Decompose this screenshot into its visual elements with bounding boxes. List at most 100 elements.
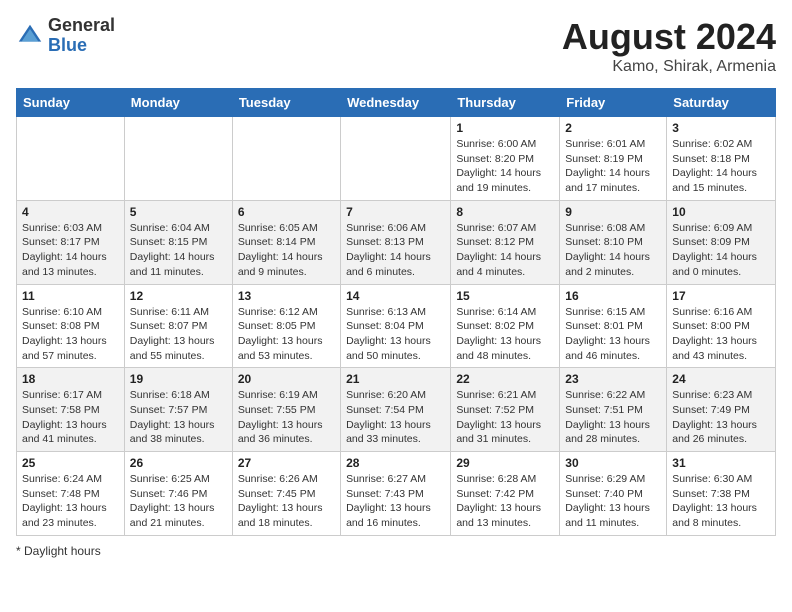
logo-blue: Blue bbox=[48, 35, 87, 55]
day-info: Sunrise: 6:21 AMSunset: 7:52 PMDaylight:… bbox=[456, 388, 554, 447]
calendar-cell bbox=[124, 117, 232, 201]
calendar-cell: 8Sunrise: 6:07 AMSunset: 8:12 PMDaylight… bbox=[451, 200, 560, 284]
day-info: Sunrise: 6:06 AMSunset: 8:13 PMDaylight:… bbox=[346, 221, 445, 280]
calendar-cell: 23 Sunrise: 6:22 AMSunset: 7:51 PMDayligh… bbox=[560, 368, 667, 452]
day-info: Sunrise: 6:20 AMSunset: 7:54 PMDaylight:… bbox=[346, 388, 445, 447]
col-header-wednesday: Wednesday bbox=[341, 89, 451, 117]
day-info: Sunrise: 6:16 AMSunset: 8:00 PMDaylight:… bbox=[672, 305, 770, 364]
day-number: 6 bbox=[238, 205, 335, 219]
calendar-week-row: 1Sunrise: 6:00 AMSunset: 8:20 PMDaylight… bbox=[17, 117, 776, 201]
day-info: Sunrise: 6:14 AMSunset: 8:02 PMDaylight:… bbox=[456, 305, 554, 364]
calendar-cell: 4Sunrise: 6:03 AMSunset: 8:17 PMDaylight… bbox=[17, 200, 125, 284]
day-info: Sunrise: 6:10 AMSunset: 8:08 PMDaylight:… bbox=[22, 305, 119, 364]
calendar-cell: 18 Sunrise: 6:17 AMSunset: 7:58 PMDayligh… bbox=[17, 368, 125, 452]
day-number: 16 bbox=[565, 289, 661, 303]
day-number: 3 bbox=[672, 121, 770, 135]
day-info: Sunrise: 6:23 AMSunset: 7:49 PMDaylight:… bbox=[672, 388, 770, 447]
calendar-cell: 25 Sunrise: 6:24 AMSunset: 7:48 PMDayligh… bbox=[17, 452, 125, 536]
day-info: Sunrise: 6:26 AMSunset: 7:45 PMDaylight:… bbox=[238, 472, 335, 531]
calendar-cell: 17 Sunrise: 6:16 AMSunset: 8:00 PMDayligh… bbox=[667, 284, 776, 368]
col-header-sunday: Sunday bbox=[17, 89, 125, 117]
calendar-cell: 5Sunrise: 6:04 AMSunset: 8:15 PMDaylight… bbox=[124, 200, 232, 284]
day-number: 2 bbox=[565, 121, 661, 135]
calendar-cell: 22 Sunrise: 6:21 AMSunset: 7:52 PMDayligh… bbox=[451, 368, 560, 452]
calendar-cell: 16 Sunrise: 6:15 AMSunset: 8:01 PMDayligh… bbox=[560, 284, 667, 368]
day-number: 9 bbox=[565, 205, 661, 219]
day-number: 10 bbox=[672, 205, 770, 219]
day-number: 7 bbox=[346, 205, 445, 219]
calendar-cell: 20 Sunrise: 6:19 AMSunset: 7:55 PMDayligh… bbox=[232, 368, 340, 452]
day-number: 27 bbox=[238, 456, 335, 470]
day-number: 24 bbox=[672, 372, 770, 386]
day-number: 19 bbox=[130, 372, 227, 386]
day-info: Sunrise: 6:05 AMSunset: 8:14 PMDaylight:… bbox=[238, 221, 335, 280]
day-info: Sunrise: 6:27 AMSunset: 7:43 PMDaylight:… bbox=[346, 472, 445, 531]
day-info: Sunrise: 6:18 AMSunset: 7:57 PMDaylight:… bbox=[130, 388, 227, 447]
day-number: 12 bbox=[130, 289, 227, 303]
logo-general: General bbox=[48, 15, 115, 35]
day-info: Sunrise: 6:28 AMSunset: 7:42 PMDaylight:… bbox=[456, 472, 554, 531]
calendar-cell: 24 Sunrise: 6:23 AMSunset: 7:49 PMDayligh… bbox=[667, 368, 776, 452]
calendar-cell: 9 Sunrise: 6:08 AMSunset: 8:10 PMDaylight… bbox=[560, 200, 667, 284]
col-header-friday: Friday bbox=[560, 89, 667, 117]
footer-note: * Daylight hours bbox=[16, 544, 776, 558]
calendar-cell: 12Sunrise: 6:11 AMSunset: 8:07 PMDayligh… bbox=[124, 284, 232, 368]
calendar-cell: 30Sunrise: 6:29 AMSunset: 7:40 PMDayligh… bbox=[560, 452, 667, 536]
calendar-cell: 19 Sunrise: 6:18 AMSunset: 7:57 PMDayligh… bbox=[124, 368, 232, 452]
calendar-week-row: 4Sunrise: 6:03 AMSunset: 8:17 PMDaylight… bbox=[17, 200, 776, 284]
day-number: 1 bbox=[456, 121, 554, 135]
day-info: Sunrise: 6:02 AMSunset: 8:18 PMDaylight:… bbox=[672, 137, 770, 196]
day-number: 15 bbox=[456, 289, 554, 303]
calendar-title: August 2024 bbox=[562, 16, 776, 58]
day-number: 20 bbox=[238, 372, 335, 386]
calendar-cell: 15 Sunrise: 6:14 AMSunset: 8:02 PMDayligh… bbox=[451, 284, 560, 368]
day-number: 4 bbox=[22, 205, 119, 219]
calendar-cell: 6 Sunrise: 6:05 AMSunset: 8:14 PMDaylight… bbox=[232, 200, 340, 284]
calendar-cell: 7 Sunrise: 6:06 AMSunset: 8:13 PMDaylight… bbox=[341, 200, 451, 284]
day-number: 17 bbox=[672, 289, 770, 303]
calendar-week-row: 25 Sunrise: 6:24 AMSunset: 7:48 PMDayligh… bbox=[17, 452, 776, 536]
calendar-cell: 21 Sunrise: 6:20 AMSunset: 7:54 PMDayligh… bbox=[341, 368, 451, 452]
day-number: 21 bbox=[346, 372, 445, 386]
day-number: 25 bbox=[22, 456, 119, 470]
day-info: Sunrise: 6:22 AMSunset: 7:51 PMDaylight:… bbox=[565, 388, 661, 447]
calendar-cell: 29Sunrise: 6:28 AMSunset: 7:42 PMDayligh… bbox=[451, 452, 560, 536]
day-info: Sunrise: 6:17 AMSunset: 7:58 PMDaylight:… bbox=[22, 388, 119, 447]
col-header-thursday: Thursday bbox=[451, 89, 560, 117]
col-header-saturday: Saturday bbox=[667, 89, 776, 117]
day-number: 31 bbox=[672, 456, 770, 470]
day-info: Sunrise: 6:12 AMSunset: 8:05 PMDaylight:… bbox=[238, 305, 335, 364]
day-info: Sunrise: 6:24 AMSunset: 7:48 PMDaylight:… bbox=[22, 472, 119, 531]
day-info: Sunrise: 6:09 AMSunset: 8:09 PMDaylight:… bbox=[672, 221, 770, 280]
calendar-cell: 13 Sunrise: 6:12 AMSunset: 8:05 PMDayligh… bbox=[232, 284, 340, 368]
day-number: 30 bbox=[565, 456, 661, 470]
day-info: Sunrise: 6:30 AMSunset: 7:38 PMDaylight:… bbox=[672, 472, 770, 531]
day-info: Sunrise: 6:13 AMSunset: 8:04 PMDaylight:… bbox=[346, 305, 445, 364]
calendar-cell: 1Sunrise: 6:00 AMSunset: 8:20 PMDaylight… bbox=[451, 117, 560, 201]
day-number: 28 bbox=[346, 456, 445, 470]
day-number: 23 bbox=[565, 372, 661, 386]
day-number: 18 bbox=[22, 372, 119, 386]
daylight-hours-label: Daylight hours bbox=[24, 544, 101, 558]
calendar-cell: 11Sunrise: 6:10 AMSunset: 8:08 PMDayligh… bbox=[17, 284, 125, 368]
day-info: Sunrise: 6:08 AMSunset: 8:10 PMDaylight:… bbox=[565, 221, 661, 280]
calendar-week-row: 18 Sunrise: 6:17 AMSunset: 7:58 PMDayligh… bbox=[17, 368, 776, 452]
calendar-cell: 31 Sunrise: 6:30 AMSunset: 7:38 PMDayligh… bbox=[667, 452, 776, 536]
title-block: August 2024 Kamo, Shirak, Armenia bbox=[562, 16, 776, 76]
calendar-week-row: 11Sunrise: 6:10 AMSunset: 8:08 PMDayligh… bbox=[17, 284, 776, 368]
calendar-cell bbox=[341, 117, 451, 201]
day-number: 26 bbox=[130, 456, 227, 470]
day-info: Sunrise: 6:01 AMSunset: 8:19 PMDaylight:… bbox=[565, 137, 661, 196]
day-info: Sunrise: 6:15 AMSunset: 8:01 PMDaylight:… bbox=[565, 305, 661, 364]
page-header: General Blue August 2024 Kamo, Shirak, A… bbox=[16, 16, 776, 76]
day-number: 22 bbox=[456, 372, 554, 386]
day-info: Sunrise: 6:19 AMSunset: 7:55 PMDaylight:… bbox=[238, 388, 335, 447]
calendar-cell: 3 Sunrise: 6:02 AMSunset: 8:18 PMDaylight… bbox=[667, 117, 776, 201]
day-number: 13 bbox=[238, 289, 335, 303]
day-number: 14 bbox=[346, 289, 445, 303]
calendar-cell: 10 Sunrise: 6:09 AMSunset: 8:09 PMDayligh… bbox=[667, 200, 776, 284]
calendar-cell: 2 Sunrise: 6:01 AMSunset: 8:19 PMDaylight… bbox=[560, 117, 667, 201]
calendar-cell: 27 Sunrise: 6:26 AMSunset: 7:45 PMDayligh… bbox=[232, 452, 340, 536]
calendar-cell: 14 Sunrise: 6:13 AMSunset: 8:04 PMDayligh… bbox=[341, 284, 451, 368]
calendar-cell: 26Sunrise: 6:25 AMSunset: 7:46 PMDayligh… bbox=[124, 452, 232, 536]
